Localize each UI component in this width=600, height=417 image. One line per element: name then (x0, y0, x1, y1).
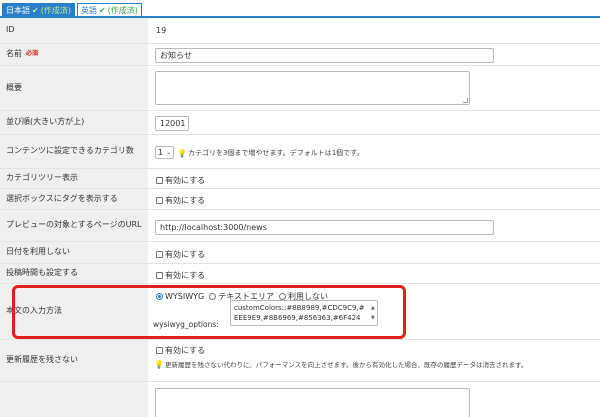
row-id: ID 19 (0, 18, 600, 44)
row-name: 名前 必須 お知らせ (0, 44, 600, 66)
name-label: 名前 (6, 49, 22, 59)
no-history-label: 更新履歴を残さない (0, 340, 148, 381)
tab-japanese-label: 日本語 (6, 6, 30, 15)
category-count-label: コンテンツに設定できるカテゴリ数 (0, 135, 148, 168)
name-input[interactable]: お知らせ (155, 48, 494, 63)
row-no-history: 更新履歴を残さない 有効にする 💡 更新履歴を残さない代わりに、パフォーマンスを… (0, 340, 600, 382)
required-badge: 必須 (26, 50, 39, 58)
no-history-checkbox[interactable]: 有効にする (156, 345, 205, 356)
next-row-value-cell (148, 382, 600, 417)
category-tree-value-cell: 有効にする (148, 169, 600, 188)
checkbox-icon[interactable] (156, 177, 163, 184)
category-count-hint: 💡 カテゴリを3個まで増やせます。デフォルトは1個です。 (177, 148, 363, 158)
tab-english-label: 英語 (80, 6, 97, 15)
no-date-checkbox-label: 有効にする (165, 250, 206, 259)
post-time-checkbox[interactable]: 有効にする (156, 270, 205, 281)
category-tree-checkbox[interactable]: 有効にする (156, 175, 205, 186)
id-label: ID (0, 18, 148, 43)
row-post-time: 投稿時間も設定する 有効にする (0, 264, 600, 284)
no-history-value-cell: 有効にする 💡 更新履歴を残さない代わりに、パフォーマンスを向上させます。後から… (148, 340, 600, 381)
select-tags-checkbox[interactable]: 有効にする (156, 195, 205, 206)
select-tags-value-cell: 有効にする (148, 189, 600, 209)
row-select-tags: 選択ボックスにタグを表示する 有効にする (0, 189, 600, 210)
no-date-label: 日付を利用しない (0, 242, 148, 263)
preview-url-value-cell: http://localhost:3000/news (148, 210, 600, 241)
checkbox-icon[interactable] (156, 251, 163, 258)
highlight-box (12, 285, 406, 339)
row-no-date: 日付を利用しない 有効にする (0, 242, 600, 264)
no-date-value-cell: 有効にする (148, 242, 600, 263)
check-icon: ✔ (98, 6, 106, 15)
category-count-selected: 1 (158, 148, 164, 157)
tab-english[interactable]: 英語 ✔ (作成済) (76, 3, 142, 17)
row-sort-order: 並び順(大きい方が上) 12001 (0, 111, 600, 135)
next-row-label-cell (0, 382, 148, 417)
preview-url-input[interactable]: http://localhost:3000/news (155, 220, 494, 235)
row-category-count: コンテンツに設定できるカテゴリ数 1 ⌄ 💡 カテゴリを3個まで増やせます。デフ… (0, 135, 600, 169)
name-input-value: お知らせ (160, 51, 192, 60)
summary-label: 概要 (0, 66, 148, 110)
row-summary: 概要 (0, 66, 600, 111)
select-tags-label: 選択ボックスにタグを表示する (0, 189, 148, 209)
row-preview-url: プレビューの対象とするページのURL http://localhost:3000… (0, 210, 600, 242)
checkbox-icon[interactable] (156, 272, 163, 279)
sort-order-value-cell: 12001 (148, 111, 600, 134)
summary-textarea[interactable] (155, 71, 470, 105)
resize-handle-icon[interactable] (463, 98, 468, 103)
checkbox-icon[interactable] (156, 197, 163, 204)
tab-english-status: (作成済) (107, 6, 138, 15)
no-history-hint: 💡 更新履歴を残さない代わりに、パフォーマンスを向上させます。後から有効化した場… (154, 359, 528, 370)
chevron-down-icon: ⌄ (166, 149, 172, 156)
next-textarea[interactable] (155, 388, 470, 417)
sort-order-input[interactable]: 12001 (155, 116, 189, 131)
category-tree-checkbox-label: 有効にする (165, 176, 206, 185)
id-value: 19 (156, 26, 167, 35)
row-next (0, 382, 600, 417)
check-icon: ✔ (32, 6, 39, 15)
row-category-tree: カテゴリツリー表示 有効にする (0, 169, 600, 189)
id-value-cell: 19 (148, 18, 600, 43)
sort-order-value: 12001 (160, 119, 186, 128)
category-count-value-cell: 1 ⌄ 💡 カテゴリを3個まで増やせます。デフォルトは1個です。 (148, 135, 600, 168)
post-time-value-cell: 有効にする (148, 264, 600, 283)
name-label-cell: 名前 必須 (0, 44, 148, 65)
post-time-label: 投稿時間も設定する (0, 264, 148, 283)
tab-japanese[interactable]: 日本語 ✔ (作成済) (2, 3, 75, 17)
language-tabs: 日本語 ✔ (作成済) 英語 ✔ (作成済) (2, 3, 142, 17)
checkbox-icon[interactable] (156, 347, 163, 354)
preview-url-label: プレビューの対象とするページのURL (0, 210, 148, 241)
sort-order-label: 並び順(大きい方が上) (0, 111, 148, 134)
tab-japanese-status: (作成済) (40, 6, 71, 15)
summary-value-cell (148, 66, 600, 110)
category-count-select[interactable]: 1 ⌄ (155, 146, 174, 159)
category-tree-label: カテゴリツリー表示 (0, 169, 148, 188)
select-tags-checkbox-label: 有効にする (165, 196, 206, 205)
post-time-checkbox-label: 有効にする (165, 271, 206, 280)
category-count-hint-text: カテゴリを3個まで増やせます。デフォルトは1個です。 (187, 149, 364, 157)
preview-url-value: http://localhost:3000/news (160, 223, 267, 232)
no-date-checkbox[interactable]: 有効にする (156, 249, 205, 260)
lightbulb-icon: 💡 (154, 359, 164, 369)
name-value-cell: お知らせ (148, 44, 600, 65)
no-history-hint-text: 更新履歴を残さない代わりに、パフォーマンスを向上させます。後から有効化した場合、… (164, 361, 528, 369)
lightbulb-icon: 💡 (177, 148, 187, 158)
no-history-checkbox-label: 有効にする (165, 346, 206, 355)
